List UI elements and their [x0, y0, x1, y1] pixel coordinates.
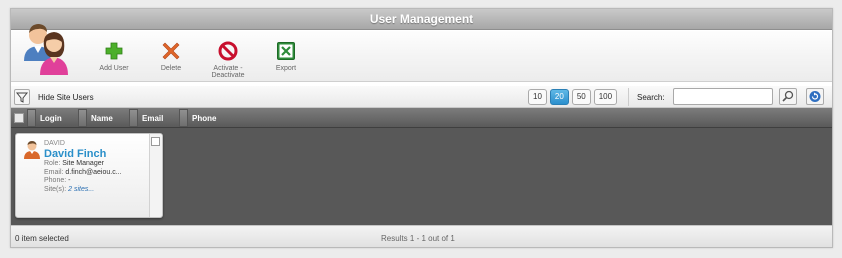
filter-bar: Hide Site Users 10 20 50 100 Search: — [11, 86, 832, 108]
email-label: Email: — [44, 168, 64, 176]
cross-icon — [162, 42, 180, 60]
user-avatar-icon — [24, 141, 40, 159]
search-button[interactable] — [779, 88, 797, 105]
user-management-window: User Management Add User Delete Activate… — [10, 8, 833, 248]
card-side-strip — [149, 134, 162, 217]
column-header-row: Login Name Email Phone — [11, 108, 832, 128]
search-input[interactable] — [673, 88, 773, 105]
activate-deactivate-button[interactable]: Activate - Deactivate — [203, 41, 253, 79]
phone-value: - — [68, 177, 71, 184]
page-size-50[interactable]: 50 — [571, 89, 591, 105]
user-select-checkbox[interactable] — [151, 137, 160, 146]
export-button[interactable]: Export — [261, 41, 311, 72]
role-label: Role: — [44, 160, 61, 167]
select-all-checkbox[interactable] — [14, 113, 24, 123]
page-size-selector: 10 20 50 100 — [528, 89, 618, 105]
funnel-icon — [15, 92, 29, 103]
export-label: Export — [275, 65, 297, 72]
window-title: User Management — [11, 9, 832, 30]
sites-link[interactable]: 2 sites... — [68, 186, 94, 193]
sort-arrows-icon[interactable] — [78, 109, 87, 127]
excel-icon — [277, 42, 295, 60]
page-size-10[interactable]: 10 — [528, 89, 547, 105]
role-value: Site Manager — [62, 160, 104, 167]
refresh-icon — [809, 91, 821, 102]
results-summary: Results 1 - 1 out of 1 — [381, 234, 455, 243]
user-name-link[interactable]: David Finch — [44, 148, 106, 160]
status-bar: 0 item selected Results 1 - 1 out of 1 — [11, 225, 832, 247]
email-value: d.finch@aeiou.c... — [65, 168, 122, 176]
magnifier-icon — [782, 90, 794, 102]
toolbar-divider — [628, 88, 629, 106]
hide-site-users-label[interactable]: Hide Site Users — [38, 93, 94, 102]
sites-label: Site(s): — [44, 185, 67, 193]
selected-count: 0 item selected — [15, 234, 69, 243]
user-login: DAVID — [44, 140, 65, 147]
add-user-button[interactable]: Add User — [89, 41, 139, 72]
page-size-100[interactable]: 100 — [593, 89, 618, 105]
sort-arrows-icon[interactable] — [179, 109, 188, 127]
delete-button[interactable]: Delete — [146, 41, 196, 72]
plus-icon — [105, 42, 123, 60]
refresh-button[interactable] — [806, 88, 824, 105]
ban-icon — [218, 41, 238, 61]
user-details: Role: Site Manager Email: d.finch@aeiou.… — [44, 160, 122, 194]
page-size-20[interactable]: 20 — [549, 89, 569, 105]
add-user-label: Add User — [99, 65, 129, 72]
sort-arrows-icon[interactable] — [27, 109, 36, 127]
filter-toggle-button[interactable] — [14, 89, 30, 105]
phone-label: Phone: — [44, 177, 67, 184]
users-icon — [24, 24, 68, 75]
user-card-grid: DAVID David Finch Role: Site Manager Ema… — [11, 128, 832, 225]
delete-label: Delete — [160, 65, 182, 72]
user-card[interactable]: DAVID David Finch Role: Site Manager Ema… — [15, 133, 163, 218]
sort-arrows-icon[interactable] — [129, 109, 138, 127]
deactivate-label-line2: Deactivate — [211, 72, 245, 79]
activate-label-line1: Activate - — [213, 65, 243, 72]
search-label: Search: — [637, 93, 665, 102]
toolbar: Add User Delete Activate - Deactivate Ex… — [11, 24, 832, 82]
